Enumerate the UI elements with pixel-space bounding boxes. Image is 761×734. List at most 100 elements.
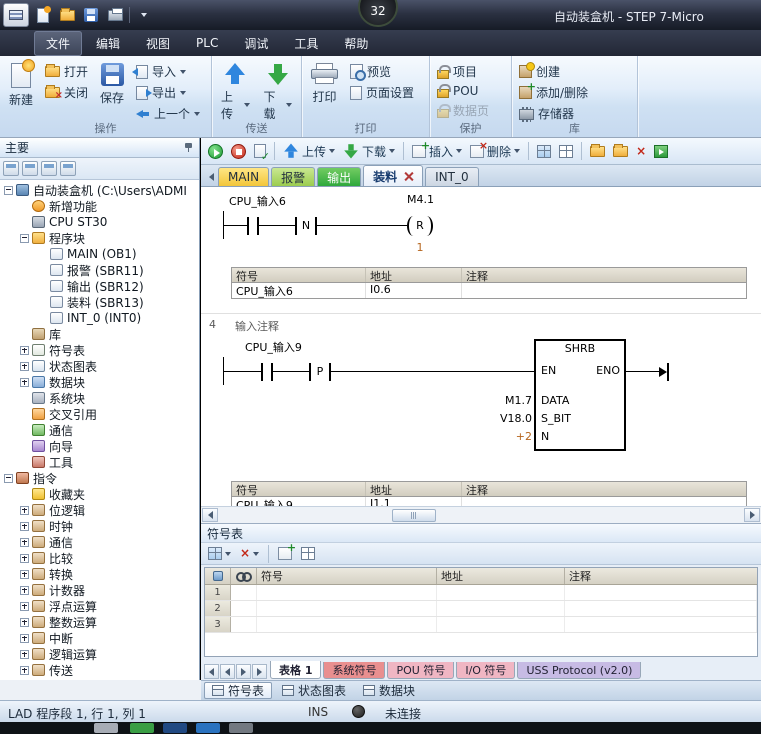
indicator-cell[interactable] [231, 585, 257, 600]
last-sheet-icon[interactable] [252, 664, 267, 679]
tree-expander-icon[interactable] [20, 410, 29, 419]
tree-item[interactable]: 整数运算 [0, 614, 199, 630]
next-sheet-icon[interactable] [236, 664, 251, 679]
symbol-info-table-toggle[interactable] [534, 143, 554, 160]
scrollbar-thumb[interactable] [392, 509, 436, 522]
taskbar-app-icon[interactable] [94, 723, 118, 733]
tree-item[interactable]: INT_0 (INT0) [0, 310, 199, 326]
address-cell[interactable] [437, 601, 565, 616]
save-button[interactable]: 保存 [95, 60, 129, 109]
view-tab-symbol-table[interactable]: 符号表 [204, 682, 272, 699]
symbol-table-row[interactable]: 1 [205, 585, 757, 601]
open-button[interactable]: 打开 [42, 62, 91, 81]
tree-expander-icon[interactable] [20, 426, 29, 435]
tree-expander-icon[interactable] [20, 634, 29, 643]
tree-item[interactable]: 库 [0, 326, 199, 342]
symbol-table-row[interactable]: 3 [205, 617, 757, 633]
tree-item[interactable]: 指令 [0, 470, 199, 486]
tree-item[interactable]: 状态图表 [0, 358, 199, 374]
view-tab-data-block[interactable]: 数据块 [356, 682, 422, 699]
tree-item[interactable]: 逻辑运算 [0, 646, 199, 662]
tree-expander-icon[interactable] [20, 330, 29, 339]
reset-coil[interactable]: R [407, 216, 433, 236]
collapse-all-icon[interactable] [41, 161, 57, 176]
compile-button[interactable] [251, 142, 269, 160]
sheet-tab-table1[interactable]: 表格 1 [270, 661, 321, 679]
delete-network-button[interactable]: 删除 [467, 141, 523, 162]
ladder-editor-canvas[interactable]: CPU_输入6 M4.1 N R 1 符号 地址 注释 CPU_输入6 I0.6… [201, 187, 761, 506]
ladder-edge-contact[interactable]: N [295, 217, 317, 235]
menu-item[interactable]: PLC [184, 32, 230, 54]
library-add-remove-button[interactable]: 添加/删除 [516, 83, 591, 102]
tree-item[interactable]: 自动装盒机 (C:\Users\ADMI [0, 182, 199, 198]
tree-expander-icon[interactable] [20, 618, 29, 627]
tree-expander-icon[interactable] [20, 554, 29, 563]
refresh-icon[interactable] [60, 161, 76, 176]
menu-item[interactable]: 帮助 [332, 31, 380, 56]
new-table-button[interactable] [205, 545, 234, 562]
tree-item[interactable]: 装料 (SBR13) [0, 294, 199, 310]
new-project-icon[interactable] [33, 5, 53, 25]
tree-item[interactable]: 时钟 [0, 518, 199, 534]
taskbar-app-icon[interactable] [196, 723, 220, 733]
menu-item[interactable]: 视图 [134, 31, 182, 56]
symbol-table-grid[interactable]: 符号 地址 注释 1 2 [204, 567, 758, 657]
tab-int0[interactable]: INT_0 [425, 167, 478, 186]
tree-expander-icon[interactable] [4, 186, 13, 195]
clear-bookmarks-button[interactable]: × [633, 143, 649, 160]
previous-sheet-icon[interactable] [220, 664, 235, 679]
operand-sbit[interactable]: V18.0 [494, 412, 532, 425]
symbolic-addressing-toggle[interactable] [556, 143, 576, 160]
insert-network-button[interactable]: 插入 [409, 141, 465, 162]
sheet-tab-uss-protocol[interactable]: USS Protocol (v2.0) [517, 662, 641, 679]
protect-data-page-button[interactable]: 数据页 [434, 101, 492, 120]
indicator-cell[interactable] [231, 617, 257, 632]
preview-button[interactable]: 预览 [347, 62, 417, 81]
tree-item[interactable]: 输出 (SBR12) [0, 278, 199, 294]
tree-expander-icon[interactable] [20, 458, 29, 467]
import-button[interactable]: 导入 [133, 62, 203, 81]
download-button[interactable]: 下载 [259, 60, 298, 125]
stop-button[interactable] [228, 142, 249, 161]
tree-expander-icon[interactable] [20, 442, 29, 451]
tree-item[interactable]: 传送 [0, 662, 199, 678]
protect-project-button[interactable]: 项目 [434, 62, 492, 81]
tree-item[interactable]: 新增功能 [0, 198, 199, 214]
tree-item[interactable]: 符号表 [0, 342, 199, 358]
tree-expander-icon[interactable] [38, 266, 47, 275]
run-button[interactable] [205, 142, 226, 161]
library-create-button[interactable]: 创建 [516, 62, 591, 81]
editor-horizontal-scrollbar[interactable] [201, 506, 761, 523]
taskbar-app-icon[interactable] [229, 723, 253, 733]
comment-cell[interactable] [565, 617, 757, 632]
comment-cell[interactable] [565, 585, 757, 600]
save-project-icon[interactable] [81, 5, 101, 25]
tab-output[interactable]: 输出 [317, 167, 361, 186]
close-button[interactable]: 关闭 [42, 83, 91, 102]
goto-button[interactable] [651, 143, 671, 160]
ladder-edge-contact[interactable]: P [309, 363, 331, 381]
scroll-right-icon[interactable] [744, 508, 760, 522]
ladder-contact[interactable] [247, 217, 259, 235]
menu-item[interactable]: 文件 [34, 31, 82, 56]
tab-alarm[interactable]: 报警 [271, 167, 315, 186]
menu-item[interactable]: 调试 [232, 31, 280, 56]
address-cell[interactable] [437, 617, 565, 632]
tree-expander-icon[interactable] [38, 282, 47, 291]
tree-item[interactable]: 工具 [0, 454, 199, 470]
tree-expander-icon[interactable] [20, 650, 29, 659]
expand-all-icon[interactable] [22, 161, 38, 176]
tree-expander-icon[interactable] [4, 474, 13, 483]
download-toolbar-button[interactable]: 下载 [340, 141, 398, 162]
tree-item[interactable]: 数据块 [0, 374, 199, 390]
tree-item[interactable]: 比较 [0, 550, 199, 566]
tree-expander-icon[interactable] [20, 506, 29, 515]
tree-expander-icon[interactable] [38, 314, 47, 323]
tree-expander-icon[interactable] [20, 666, 29, 675]
scroll-left-icon[interactable] [202, 508, 218, 522]
tree-view-icon[interactable] [3, 161, 19, 176]
close-tab-icon[interactable] [404, 172, 413, 181]
comment-cell[interactable] [565, 601, 757, 616]
tree-expander-icon[interactable] [20, 522, 29, 531]
view-tab-status-chart[interactable]: 状态图表 [275, 682, 353, 699]
